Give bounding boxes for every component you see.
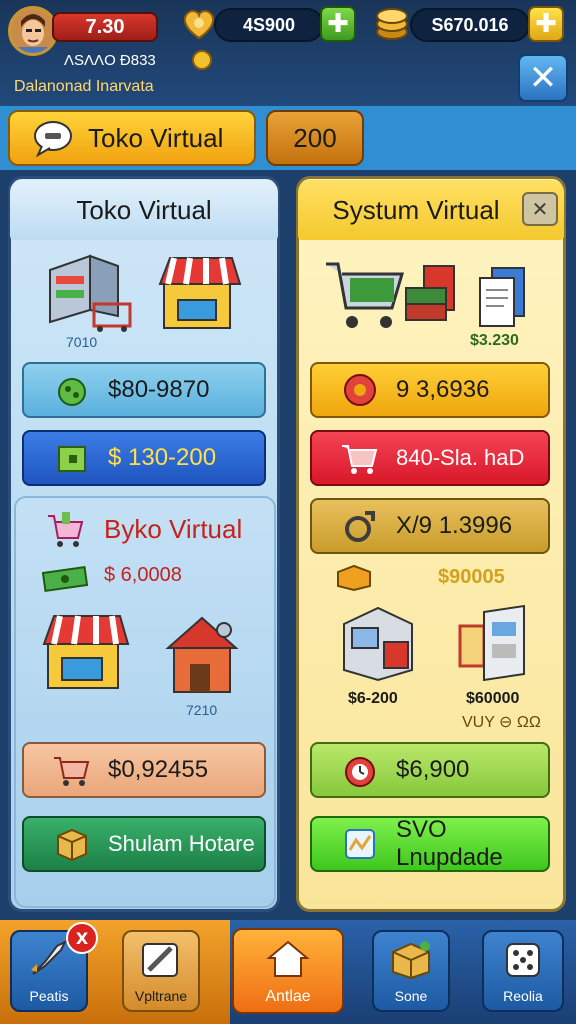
- nav-label-1: Vpltrane: [134, 988, 188, 1004]
- right-price-button-1[interactable]: 9 3,6936: [310, 362, 550, 418]
- ring-icon: [340, 508, 380, 544]
- cash-icon: [41, 566, 89, 592]
- rocket-icon: [27, 939, 71, 984]
- left-price-1-label: $80-9870: [108, 376, 210, 403]
- box-icon: [52, 440, 92, 476]
- right-price-2-label: 840-Sla. haD: [396, 445, 525, 470]
- left-price-2-label: $ 130-200: [108, 444, 217, 471]
- tab-toko-virtual[interactable]: Toko Virtual: [8, 110, 256, 166]
- box-icon: [389, 940, 433, 984]
- nav-item-vpltrane[interactable]: Vpltrane: [122, 930, 200, 1012]
- alarm-clock-icon: [340, 752, 380, 788]
- right-update-button[interactable]: SVO Lnupdade: [310, 816, 550, 872]
- right-item-price-2: $60000: [466, 690, 520, 707]
- nav-label-0: Peatis: [29, 988, 69, 1004]
- plus-icon: ✚: [535, 9, 557, 39]
- add-coins-button[interactable]: ✚: [320, 6, 356, 42]
- shopping-cart-icon: [322, 250, 408, 334]
- pencil-icon: [139, 940, 183, 984]
- store-shelf-icon: [44, 250, 134, 332]
- shopping-cart-icon: [44, 508, 86, 550]
- nav-label-3: Sone: [394, 988, 428, 1004]
- nav-label-2: Antlae: [265, 988, 311, 1005]
- nav-item-reolia[interactable]: Reolia: [482, 930, 564, 1012]
- avatar-face-icon: [11, 9, 55, 53]
- heart-coin-icon: [180, 6, 218, 42]
- right-price-4-label: $6,900: [396, 756, 470, 783]
- small-coin-icon: [192, 50, 212, 70]
- right-shop-note: $3.230: [470, 332, 519, 349]
- right-gold-value: $90005: [438, 566, 505, 588]
- left-sub-note: 7210: [186, 702, 218, 718]
- plus-icon: ✚: [327, 9, 349, 39]
- coin-stack-icon: [372, 4, 412, 44]
- left-price-button-3[interactable]: $0,92455: [22, 742, 266, 798]
- map-icon: [340, 826, 380, 862]
- donut-icon: [340, 372, 380, 408]
- left-sub-title: Byko Virtual: [104, 514, 243, 544]
- player-avatar[interactable]: [8, 6, 58, 56]
- close-button[interactable]: ✕: [518, 54, 568, 102]
- small-box-icon: [336, 562, 372, 592]
- right-item-note: VUY ⊖ ΩΩ: [462, 714, 541, 731]
- speech-bubble-icon: [32, 119, 74, 158]
- nav-item-antlae[interactable]: Antlae: [232, 928, 344, 1014]
- right-panel-close-button[interactable]: ✕: [522, 192, 558, 226]
- player-line: ΛSΛΛO Ð833: [64, 52, 156, 69]
- coins-counter: 4S900: [214, 8, 324, 42]
- gems-counter: S670.016: [410, 8, 530, 42]
- right-price-button-3[interactable]: X/9 1.3996: [310, 498, 550, 554]
- package-icon: [52, 826, 92, 862]
- market-stall-icon: [156, 248, 242, 334]
- right-update-label: SVO Lnupdade: [396, 816, 503, 871]
- left-price-3-label: $0,92455: [108, 756, 209, 783]
- close-icon: ✕: [528, 58, 558, 98]
- notification-badge: X: [66, 922, 98, 954]
- nav-item-sone[interactable]: Sone: [372, 930, 450, 1012]
- close-icon: ✕: [531, 197, 549, 221]
- book-stack-icon: [404, 262, 464, 332]
- tab-count-badge[interactable]: 200: [266, 110, 364, 166]
- left-action-label: Shulam Hotare: [108, 831, 255, 856]
- left-sub-price: $ 6,0008: [104, 564, 182, 586]
- shelf-unit-icon: [456, 602, 530, 684]
- money-bag-icon: [52, 372, 92, 408]
- left-panel-title: Toko Virtual: [10, 180, 278, 240]
- add-gems-button[interactable]: ✚: [528, 6, 564, 42]
- dice-icon: [503, 940, 543, 984]
- home-icon: [265, 938, 311, 984]
- shopping-cart-icon: [340, 440, 380, 476]
- right-price-button-2[interactable]: 840-Sla. haD: [310, 430, 550, 486]
- tab-main-label: Toko Virtual: [88, 122, 224, 153]
- left-price-button-2[interactable]: $ 130-200: [22, 430, 266, 486]
- right-price-button-4[interactable]: $6,900: [310, 742, 550, 798]
- market-stall-icon: [40, 608, 130, 694]
- cash-register-icon: [340, 600, 416, 684]
- right-item-price: $6-200: [348, 690, 398, 707]
- nav-label-4: Reolia: [503, 988, 543, 1004]
- level-badge: 7.30: [52, 12, 158, 42]
- left-shop-note: 7010: [66, 334, 98, 350]
- house-shop-icon: [162, 610, 240, 696]
- documents-icon: [474, 264, 530, 332]
- player-subtitle: Dalanonad Inarvata: [14, 78, 154, 95]
- right-price-1-label: 9 3,6936: [396, 376, 490, 403]
- right-price-3-label: X/9 1.3996: [396, 512, 513, 539]
- left-action-button[interactable]: Shulam Hotare: [22, 816, 266, 872]
- left-price-button-1[interactable]: $80-9870: [22, 362, 266, 418]
- shopping-cart-icon: [52, 752, 92, 788]
